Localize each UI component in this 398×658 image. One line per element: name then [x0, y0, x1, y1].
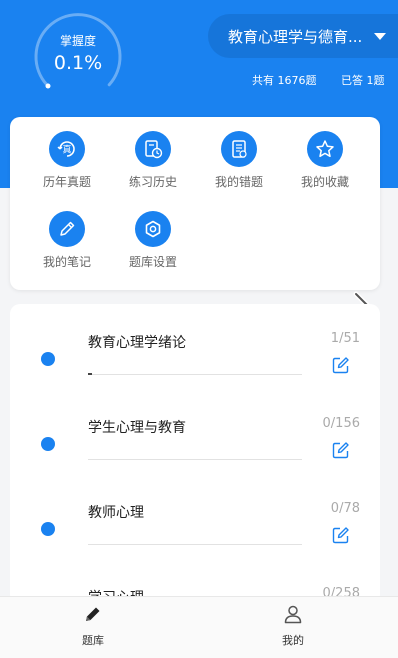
edit-icon[interactable]: [332, 441, 350, 459]
mastery-label: 掌握度: [59, 34, 96, 48]
chapter-count: 0/156: [322, 416, 360, 431]
menu-label: 题库设置: [128, 255, 177, 269]
progress-bar: [88, 459, 302, 460]
chapter-count: 1/51: [330, 331, 360, 346]
user-icon: [284, 605, 302, 624]
menu-label: 我的笔记: [42, 255, 91, 269]
bottom-nav: 题库 我的: [0, 596, 398, 658]
menu-item-favorites[interactable]: 我的收藏: [285, 131, 365, 190]
tab-question-bank[interactable]: 题库: [53, 603, 133, 648]
wrong-questions-icon: [221, 131, 257, 167]
menu-label: 练习历史: [128, 175, 177, 189]
settings-icon: [135, 211, 171, 247]
svg-text:真: 真: [62, 144, 71, 156]
star-icon: [307, 131, 343, 167]
chevron-down-icon: [374, 33, 386, 40]
menu-item-past-exams[interactable]: 真 历年真题: [27, 131, 107, 190]
list-item[interactable]: 学生心理与教育 0/156: [10, 399, 380, 484]
chapter-title: 学生心理与教育: [88, 420, 186, 436]
status-dot: [41, 437, 55, 451]
status-dot: [41, 352, 55, 366]
menu-item-bank-settings[interactable]: 题库设置: [113, 211, 193, 270]
subject-name: 教育心理学与德育...: [228, 27, 363, 46]
tab-mine[interactable]: 我的: [253, 603, 333, 648]
tab-label: 题库: [82, 634, 104, 647]
progress-fill: [88, 373, 93, 375]
list-item[interactable]: 教师心理 0/78: [10, 484, 380, 569]
past-exam-icon: 真: [49, 131, 85, 167]
edit-icon[interactable]: [332, 356, 350, 374]
menu-card: 真 历年真题 练习历史 我的错题 我的收藏 我的笔记 题库设置: [10, 117, 380, 290]
tab-label: 我的: [282, 634, 304, 647]
menu-label: 我的收藏: [300, 175, 349, 189]
total-questions: 共有 1676题: [252, 74, 317, 87]
edit-icon[interactable]: [332, 526, 350, 544]
mastery-value: 0.1%: [53, 52, 103, 74]
chapter-count: 0/78: [330, 501, 360, 516]
menu-item-notes[interactable]: 我的笔记: [27, 211, 107, 270]
list-item[interactable]: 教育心理学绪论 1/51: [10, 314, 380, 399]
subject-selector[interactable]: 教育心理学与德育...: [208, 14, 398, 58]
pencil-icon: [49, 211, 85, 247]
pencil-icon: [86, 607, 100, 621]
menu-item-practice-history[interactable]: 练习历史: [113, 131, 193, 190]
status-dot: [41, 522, 55, 536]
answered-questions: 已答 1题: [341, 74, 385, 87]
progress-bar: [88, 544, 302, 545]
practice-history-icon: [135, 131, 171, 167]
chapter-title: 教育心理学绪论: [88, 335, 186, 351]
chapter-title: 教师心理: [88, 505, 144, 521]
menu-label: 我的错题: [214, 175, 263, 189]
menu-label: 历年真题: [42, 175, 91, 189]
progress-bar: [88, 373, 302, 375]
chapter-list: 教育心理学绪论 1/51 学生心理与教育 0/156 教师心理 0/78 0/2…: [10, 304, 380, 604]
menu-item-wrong-questions[interactable]: 我的错题: [199, 131, 279, 190]
